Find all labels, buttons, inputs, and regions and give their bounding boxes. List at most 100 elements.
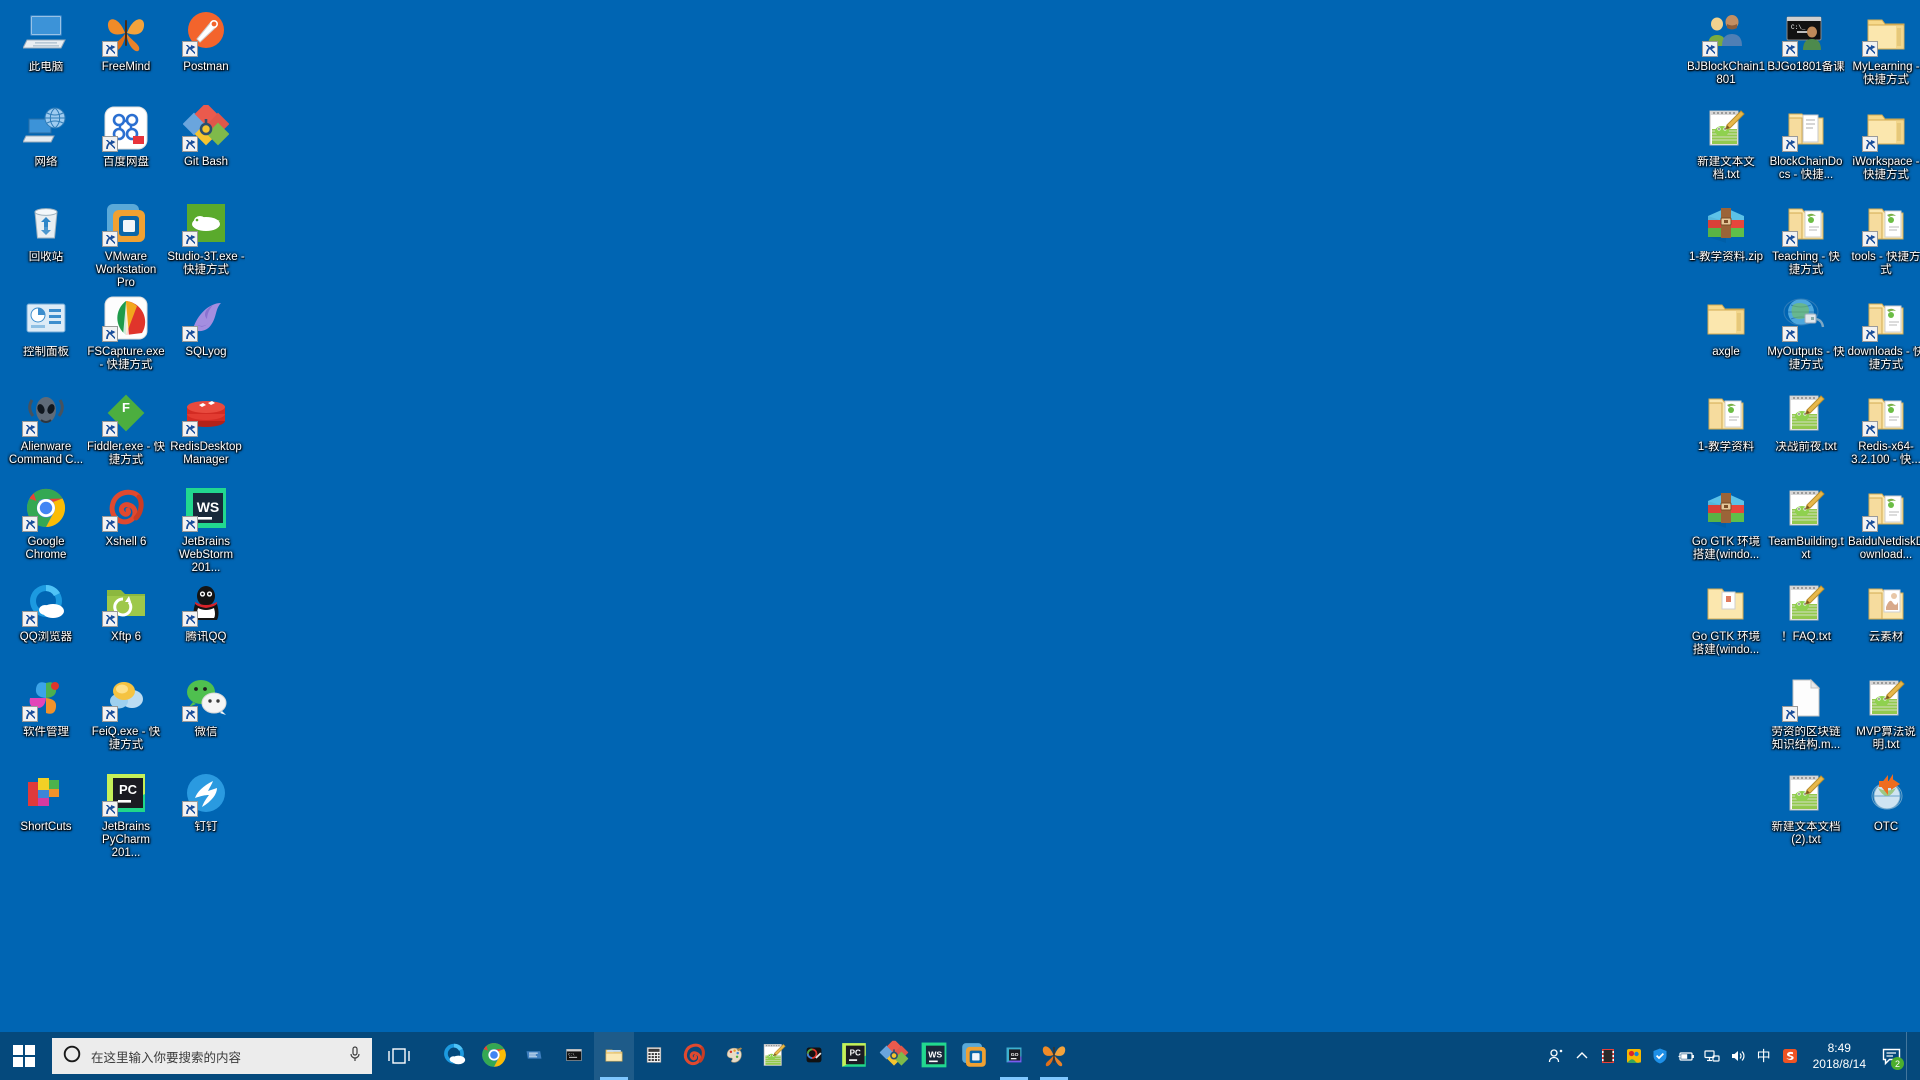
desktop-icon[interactable]: 1-教学资料 [1686, 384, 1766, 479]
desktop-icon[interactable]: ShortCuts [6, 764, 86, 859]
battery-tray-icon[interactable] [1673, 1032, 1699, 1080]
shield-security-tray-icon[interactable] [1647, 1032, 1673, 1080]
desktop-icon[interactable]: 软件管理 [6, 669, 86, 764]
chevron-up-icon[interactable] [1569, 1032, 1595, 1080]
taskbar-app-file-explorer[interactable] [594, 1032, 634, 1080]
desktop-icon[interactable]: MVP算法说明.txt [1846, 669, 1920, 764]
taskbar-app-git-bash[interactable] [874, 1032, 914, 1080]
desktop-icon[interactable]: 此电脑 [6, 4, 86, 99]
taskbar-app-calculator[interactable] [634, 1032, 674, 1080]
svg-text:PC: PC [850, 1048, 861, 1057]
desktop-icon[interactable]: 新建文本文档.txt [1686, 99, 1766, 194]
desktop-icon-label: Studio-3T.exe - 快捷方式 [167, 251, 245, 276]
desktop-icon[interactable]: MyOutputs - 快捷方式 [1766, 289, 1846, 384]
taskbar-app-pycharm[interactable]: PC [834, 1032, 874, 1080]
desktop-icon[interactable]: OTC [1846, 764, 1920, 859]
desktop-icon[interactable]: 微信 [166, 669, 246, 764]
desktop-icon[interactable]: BlockChainDocs - 快捷... [1766, 99, 1846, 194]
desktop-icon[interactable]: SQLyog [166, 289, 246, 384]
svg-text:PC: PC [119, 782, 138, 797]
taskbar-app-notepad-pp[interactable] [754, 1032, 794, 1080]
desktop-icon[interactable]: 1-教学资料.zip [1686, 194, 1766, 289]
desktop-icon[interactable]: axgle [1686, 289, 1766, 384]
desktop-icon[interactable]: C:\_ BJGo1801备课 [1766, 4, 1846, 99]
desktop-background[interactable]: 此电脑 FreeMind Postman 网络 百度网盘 Git Bash 回收… [0, 0, 1920, 1080]
desktop-icon[interactable]: Go GTK 环境搭建(windo... [1686, 479, 1766, 574]
desktop-icon[interactable]: Alienware Command C... [6, 384, 86, 479]
taskbar-app-vmware[interactable] [954, 1032, 994, 1080]
desktop-icon-label: Git Bash [183, 156, 229, 168]
taskbar-app-goland[interactable]: GO [994, 1032, 1034, 1080]
start-button[interactable] [0, 1032, 48, 1080]
desktop-icon[interactable]: VMware Workstation Pro [86, 194, 166, 289]
people-icon[interactable] [1543, 1032, 1569, 1080]
desktop-icon[interactable]: F Fiddler.exe - 快捷方式 [86, 384, 166, 479]
colorful-app-tray-icon[interactable] [1621, 1032, 1647, 1080]
taskbar-app-qq-browser[interactable] [434, 1032, 474, 1080]
desktop-icon[interactable]: FreeMind [86, 4, 166, 99]
desktop-icon[interactable]: 钉钉 [166, 764, 246, 859]
show-desktop-button[interactable] [1906, 1032, 1914, 1080]
desktop-icon[interactable]: Studio-3T.exe - 快捷方式 [166, 194, 246, 289]
desktop-icon[interactable]: PC JetBrains PyCharm 201... [86, 764, 166, 859]
desktop-icon[interactable]: Postman [166, 4, 246, 99]
desktop-icon[interactable]: TeamBuilding.txt [1766, 479, 1846, 574]
desktop-icon-label: VMware Workstation Pro [95, 251, 157, 289]
desktop-icon[interactable]: Go GTK 环境搭建(windo... [1686, 574, 1766, 669]
desktop-icon[interactable]: 决战前夜.txt [1766, 384, 1846, 479]
desktop-icon[interactable]: iWorkspace - 快捷方式 [1846, 99, 1920, 194]
desktop-icon[interactable]: 云素材 [1846, 574, 1920, 669]
desktop-icon[interactable]: FeiQ.exe - 快捷方式 [86, 669, 166, 764]
desktop-icon-label: Google Chrome [25, 536, 67, 561]
desktop-icon[interactable]: Teaching - 快捷方式 [1766, 194, 1846, 289]
volume-tray-icon[interactable] [1725, 1032, 1751, 1080]
network-tray-icon[interactable] [1699, 1032, 1725, 1080]
clock[interactable]: 8:49 2018/8/14 [1803, 1032, 1876, 1080]
taskbar-app-google-chrome[interactable] [474, 1032, 514, 1080]
desktop-icon[interactable]: RedisDesktopManager [166, 384, 246, 479]
desktop-icon[interactable]: tools - 快捷方式 [1846, 194, 1920, 289]
taskbar-app-color-picker[interactable] [794, 1032, 834, 1080]
taskbar-app-xshell[interactable] [674, 1032, 714, 1080]
desktop-icon[interactable]: 网络 [6, 99, 86, 194]
desktop-icon[interactable]: Xshell 6 [86, 479, 166, 574]
ime-mode-indicator[interactable]: 中 [1751, 1032, 1777, 1080]
desktop-icon[interactable]: BJBlockChain1801 [1686, 4, 1766, 99]
video-player-tray-icon[interactable] [1595, 1032, 1621, 1080]
desktop-icon-label: FSCapture.exe - 快捷方式 [87, 346, 165, 371]
desktop-icon[interactable]: Git Bash [166, 99, 246, 194]
task-view-button[interactable] [376, 1032, 422, 1080]
desktop-icon[interactable]: Xftp 6 [86, 574, 166, 669]
desktop-icon[interactable]: 腾讯QQ [166, 574, 246, 669]
desktop-icon[interactable]: downloads - 快捷方式 [1846, 289, 1920, 384]
action-center-button[interactable]: 2 [1876, 1032, 1906, 1080]
shortcut-arrow-icon [1862, 136, 1878, 152]
microphone-icon[interactable] [348, 1045, 362, 1068]
taskbar-app-ultraedit[interactable] [514, 1032, 554, 1080]
taskbar-app-freemind[interactable] [1034, 1032, 1074, 1080]
desktop-icon[interactable]: 百度网盘 [86, 99, 166, 194]
desktop-icon[interactable]: ！FAQ.txt [1766, 574, 1846, 669]
desktop-icon-label: 此电脑 [28, 61, 64, 73]
sogou-ime-icon[interactable] [1777, 1032, 1803, 1080]
fscapture-icon [102, 294, 150, 342]
desktop-icon[interactable]: 控制面板 [6, 289, 86, 384]
search-input[interactable]: 在这里输入你要搜索的内容 [52, 1038, 372, 1074]
desktop-icon[interactable]: Google Chrome [6, 479, 86, 574]
winrar-zip-icon [1702, 199, 1750, 247]
taskbar-app-cmd-console[interactable]: C:\ [554, 1032, 594, 1080]
desktop-icon[interactable]: 回收站 [6, 194, 86, 289]
desktop-icon[interactable]: 劳资的区块链知识结构.m... [1766, 669, 1846, 764]
desktop-icon[interactable]: BaiduNetdiskDownload... [1846, 479, 1920, 574]
taskbar-app-paint[interactable] [714, 1032, 754, 1080]
desktop-icon[interactable]: QQ浏览器 [6, 574, 86, 669]
desktop-icon[interactable]: MyLearning - 快捷方式 [1846, 4, 1920, 99]
desktop-icon[interactable]: FSCapture.exe - 快捷方式 [86, 289, 166, 384]
shortcut-arrow-icon [182, 136, 198, 152]
taskbar-app-webstorm[interactable]: WS [914, 1032, 954, 1080]
desktop-icon[interactable]: Redis-x64-3.2.100 - 快... [1846, 384, 1920, 479]
desktop-icon[interactable]: 新建文本文档 (2).txt [1766, 764, 1846, 859]
taskbar: 在这里输入你要搜索的内容 C:\ PC WS GO 中 8:49 2018/8/… [0, 1032, 1920, 1080]
desktop-icon-label: Postman [183, 61, 229, 73]
desktop-icon[interactable]: WS JetBrains WebStorm 201... [166, 479, 246, 574]
